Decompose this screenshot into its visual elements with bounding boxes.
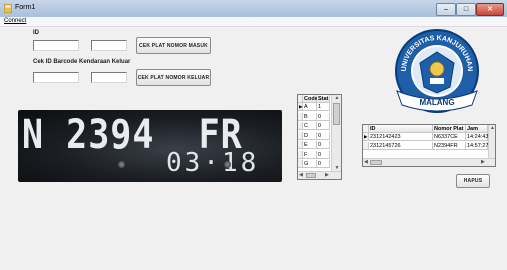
scroll-thumb[interactable] [370,160,382,165]
plate-bolt-icon [224,161,231,168]
table-row[interactable]: C0 [298,122,331,130]
cell-stat[interactable]: 0 [317,160,330,168]
plate-expiry: 03·18 [166,148,260,178]
horizontal-scrollbar[interactable]: ◀ ▶ [298,171,341,179]
cell-id[interactable]: 2312142423 [369,133,433,141]
table-row[interactable]: D0 [298,131,331,140]
vertical-scrollbar[interactable]: ▲ [488,125,495,158]
column-header-id[interactable]: ID [369,125,433,133]
logo-bottom-text: MALANG [419,98,454,107]
table-row[interactable]: ▶ 2312142423 N6337CE 14:24:43 [363,133,488,141]
cell-code[interactable]: B [303,112,317,121]
scroll-left-icon[interactable]: ◀ [364,159,368,165]
maximize-icon: □ [463,6,469,13]
cell-plate[interactable]: N2394FR [433,142,466,150]
menu-connect[interactable]: Connect [4,18,26,24]
cell-id[interactable]: 2312145726 [369,142,433,150]
university-logo: UNIVERSITAS KANJURUHAN MALANG [392,25,482,115]
cell-stat[interactable]: 0 [317,131,330,140]
vehicle-log-grid[interactable]: ID Nomor Plat Jam ▶ 2312142423 N6337CE 14:2… [362,124,496,167]
app-icon [3,3,13,14]
column-header-stat[interactable]: Stat [317,95,330,103]
cell-code[interactable]: E [303,141,317,149]
table-row[interactable]: 2312145726 N2394FR 14:57:27 [363,142,488,150]
table-row[interactable]: E0 [298,141,331,149]
minimize-button[interactable]: – [436,3,456,16]
cell-stat[interactable]: 0 [317,112,330,121]
cell-code[interactable]: D [303,131,317,140]
table-row[interactable]: ▶ A 1 [298,103,331,111]
id-input-2[interactable] [91,40,127,51]
minimize-icon: – [444,6,448,13]
scroll-right-icon[interactable]: ▶ [481,159,485,165]
column-header-time[interactable]: Jam [466,125,488,133]
maximize-button[interactable]: □ [456,3,476,16]
horizontal-scrollbar[interactable]: ◀ ▶ [363,158,495,166]
id-label: ID [33,30,39,36]
scroll-thumb[interactable] [333,103,340,125]
cell-time[interactable]: 14:57:27 [466,142,488,150]
delete-button[interactable]: HAPUS [456,174,490,188]
id-input-1[interactable] [33,40,79,51]
cell-code[interactable]: A [303,103,317,111]
scroll-left-icon[interactable]: ◀ [299,172,303,178]
cell-stat[interactable]: 0 [317,141,330,149]
cell-code[interactable]: C [303,122,317,130]
column-header-code[interactable]: Code [303,95,318,103]
title-bar: Form1 – □ ✕ [0,0,507,18]
scroll-thumb[interactable] [306,173,316,178]
plate-bolt-icon [118,161,125,168]
table-row[interactable]: G0 [298,160,331,168]
table-row[interactable]: F0 [298,150,331,159]
cell-code[interactable]: G [303,160,317,168]
close-button[interactable]: ✕ [476,3,504,16]
barcode-label: Cek ID Barcode Kendaraan Keluar [33,59,131,65]
license-plate-image: N 2394 FR 03·18 [18,110,282,182]
column-header-plate[interactable]: Nomor Plat [433,125,466,133]
close-icon: ✕ [487,6,493,13]
code-status-grid[interactable]: Code Stat ▶ A 1 B 0 C 0 D 0 E 0 F 0 G 0 ▲ ▼ ◀ ▶ [297,94,342,180]
cell-code[interactable]: F [303,150,317,159]
cell-stat[interactable]: 1 [317,103,330,111]
vertical-scrollbar[interactable]: ▲ ▼ [331,95,341,171]
cell-time[interactable]: 14:24:43 [466,133,488,141]
check-exit-plate-button[interactable]: CEK PLAT NOMOR KELUAR [136,69,211,86]
window-title: Form1 [15,4,36,11]
cell-stat[interactable]: 0 [317,150,330,159]
barcode-input-1[interactable] [33,72,79,83]
check-entry-plate-button[interactable]: CEK PLAT NOMOR MASUK [136,37,211,54]
cell-stat[interactable]: 0 [317,122,330,130]
scroll-right-icon[interactable]: ▶ [325,172,329,178]
barcode-input-2[interactable] [91,72,127,83]
table-row[interactable]: B0 [298,112,331,121]
scroll-up-icon[interactable]: ▲ [489,125,495,131]
scroll-up-icon[interactable]: ▲ [332,95,341,101]
cell-plate[interactable]: N6337CE [433,133,466,141]
